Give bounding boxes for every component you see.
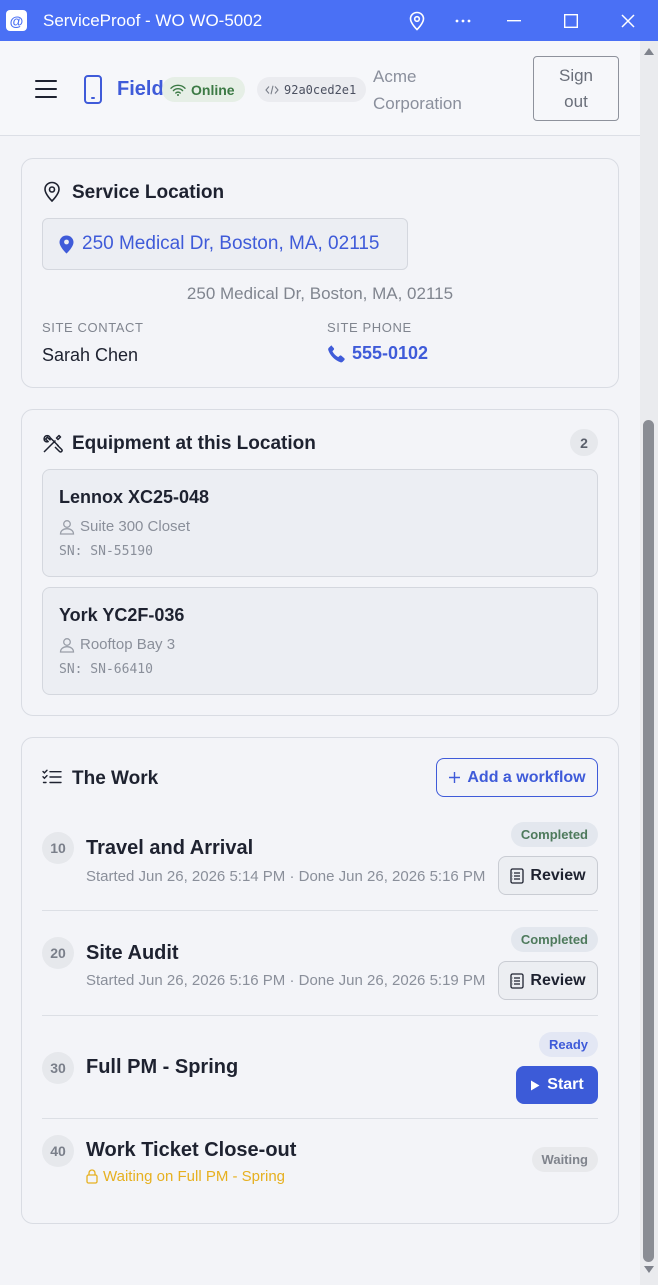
address-text: 250 Medical Dr, Boston, MA, 02115 bbox=[186, 284, 454, 303]
address-link-button[interactable]: 250 Medical Dr, Boston, MA, 02115 bbox=[42, 218, 408, 270]
online-label: Online bbox=[191, 81, 235, 98]
equipment-title: Equipment at this Location bbox=[72, 433, 316, 454]
equipment-count-badge: 2 bbox=[570, 429, 598, 456]
maximize-icon[interactable] bbox=[548, 0, 594, 41]
organization-name: Acme Corporation bbox=[373, 67, 462, 113]
equipment-card: Equipment at this Location 2 Lennox XC25… bbox=[21, 409, 619, 716]
status-badge: Completed bbox=[510, 822, 598, 847]
workflow-row[interactable]: 10 Travel and Arrival Started Jun 26, 20… bbox=[42, 822, 598, 908]
workflow-row[interactable]: 30 Full PM - Spring Ready Start bbox=[42, 1032, 598, 1104]
start-button[interactable]: Start bbox=[516, 1066, 598, 1104]
equipment-serial: SN: SN-66410 bbox=[59, 662, 153, 677]
workflow-row[interactable]: 20 Site Audit Started Jun 26, 2026 5:16 … bbox=[42, 927, 598, 1013]
divider bbox=[42, 1015, 598, 1016]
code-icon bbox=[265, 85, 279, 94]
address-link-label: 250 Medical Dr, Boston, MA, 02115 bbox=[82, 233, 380, 254]
divider bbox=[42, 910, 598, 911]
equipment-item[interactable]: York YC2F-036 Rooftop Bay 3 SN: SN-66410 bbox=[42, 587, 598, 695]
commit-badge: 92a0ced2e1 bbox=[257, 77, 367, 102]
app-icon: @ bbox=[6, 10, 27, 31]
checklist-icon bbox=[42, 769, 62, 790]
play-icon bbox=[531, 1080, 540, 1090]
lock-icon bbox=[86, 1169, 98, 1184]
workflow-waiting-note: Waiting on Full PM - Spring bbox=[86, 1168, 285, 1185]
document-icon bbox=[510, 972, 525, 989]
site-contact-value: Sarah Chen bbox=[42, 345, 139, 365]
tools-icon bbox=[42, 433, 63, 459]
equipment-location: Suite 300 Closet bbox=[59, 518, 190, 535]
scrollbar-thumb[interactable] bbox=[643, 420, 654, 1262]
workflow-title: Site Audit bbox=[86, 942, 179, 964]
close-icon[interactable] bbox=[605, 0, 651, 41]
brand-name[interactable]: Field bbox=[117, 78, 164, 101]
add-workflow-button[interactable]: Add a workflow bbox=[436, 758, 598, 797]
workflow-number: 20 bbox=[42, 937, 74, 969]
scroll-up-arrow[interactable] bbox=[644, 48, 654, 55]
mobile-device-icon bbox=[84, 75, 102, 104]
site-contact-label: SITE CONTACT bbox=[42, 320, 144, 335]
workflow-number: 30 bbox=[42, 1052, 74, 1084]
workflow-title: Work Ticket Close-out bbox=[86, 1139, 297, 1161]
site-phone-link[interactable]: 555-0102 bbox=[327, 343, 428, 364]
service-location-title: Service Location bbox=[72, 182, 225, 203]
commit-hash: 92a0ced2e1 bbox=[284, 82, 357, 97]
equipment-item[interactable]: Lennox XC25-048 Suite 300 Closet SN: SN-… bbox=[42, 469, 598, 577]
document-icon bbox=[510, 867, 525, 884]
map-pin-icon bbox=[59, 235, 74, 253]
workflow-number: 10 bbox=[42, 832, 74, 864]
equipment-name: York YC2F-036 bbox=[59, 605, 185, 625]
sign-out-button[interactable]: Sign out bbox=[533, 56, 619, 121]
equipment-location: Rooftop Bay 3 bbox=[59, 636, 175, 653]
review-button[interactable]: Review bbox=[498, 856, 598, 895]
phone-icon bbox=[328, 345, 345, 363]
equipment-name: Lennox XC25-048 bbox=[59, 487, 210, 507]
window-titlebar: @ ServiceProof - WO WO-5002 bbox=[0, 0, 658, 41]
site-phone-label: SITE PHONE bbox=[327, 320, 412, 335]
workflow-subtitle: Started Jun 26, 2026 5:14 PM · Done Jun … bbox=[86, 868, 486, 885]
person-icon bbox=[59, 637, 75, 653]
workflow-title: Full PM - Spring bbox=[86, 1056, 239, 1078]
divider bbox=[42, 1118, 598, 1119]
app-header: Field Online 92a0ced2e1 Acme Corporation… bbox=[0, 41, 640, 136]
work-card: The Work Add a workflow 10 Travel and Ar… bbox=[21, 737, 619, 1224]
plus-icon bbox=[449, 772, 461, 783]
person-icon bbox=[59, 519, 75, 535]
status-badge: Waiting bbox=[531, 1147, 598, 1172]
workflow-row[interactable]: 40 Work Ticket Close-out Waiting on Full… bbox=[42, 1135, 598, 1195]
status-badge: Ready bbox=[538, 1032, 598, 1057]
minimize-icon[interactable] bbox=[491, 0, 537, 41]
equipment-serial: SN: SN-55190 bbox=[59, 544, 153, 559]
work-title: The Work bbox=[72, 768, 159, 789]
service-location-card: Service Location 250 Medical Dr, Boston,… bbox=[21, 158, 619, 388]
status-badge: Completed bbox=[510, 927, 598, 952]
more-icon[interactable] bbox=[440, 0, 486, 41]
window-title: ServiceProof - WO WO-5002 bbox=[43, 11, 263, 30]
workflow-title: Travel and Arrival bbox=[86, 837, 254, 859]
map-pin-outline-icon bbox=[42, 181, 62, 208]
workflow-number: 40 bbox=[42, 1135, 74, 1167]
scroll-down-arrow[interactable] bbox=[644, 1266, 654, 1273]
menu-icon[interactable] bbox=[35, 80, 57, 98]
location-icon[interactable] bbox=[394, 0, 440, 41]
workflow-subtitle: Started Jun 26, 2026 5:16 PM · Done Jun … bbox=[86, 972, 486, 989]
site-phone-value: 555-0102 bbox=[352, 343, 429, 363]
wifi-icon bbox=[170, 84, 186, 96]
review-button[interactable]: Review bbox=[498, 961, 598, 1000]
online-status-badge: Online bbox=[162, 77, 245, 102]
